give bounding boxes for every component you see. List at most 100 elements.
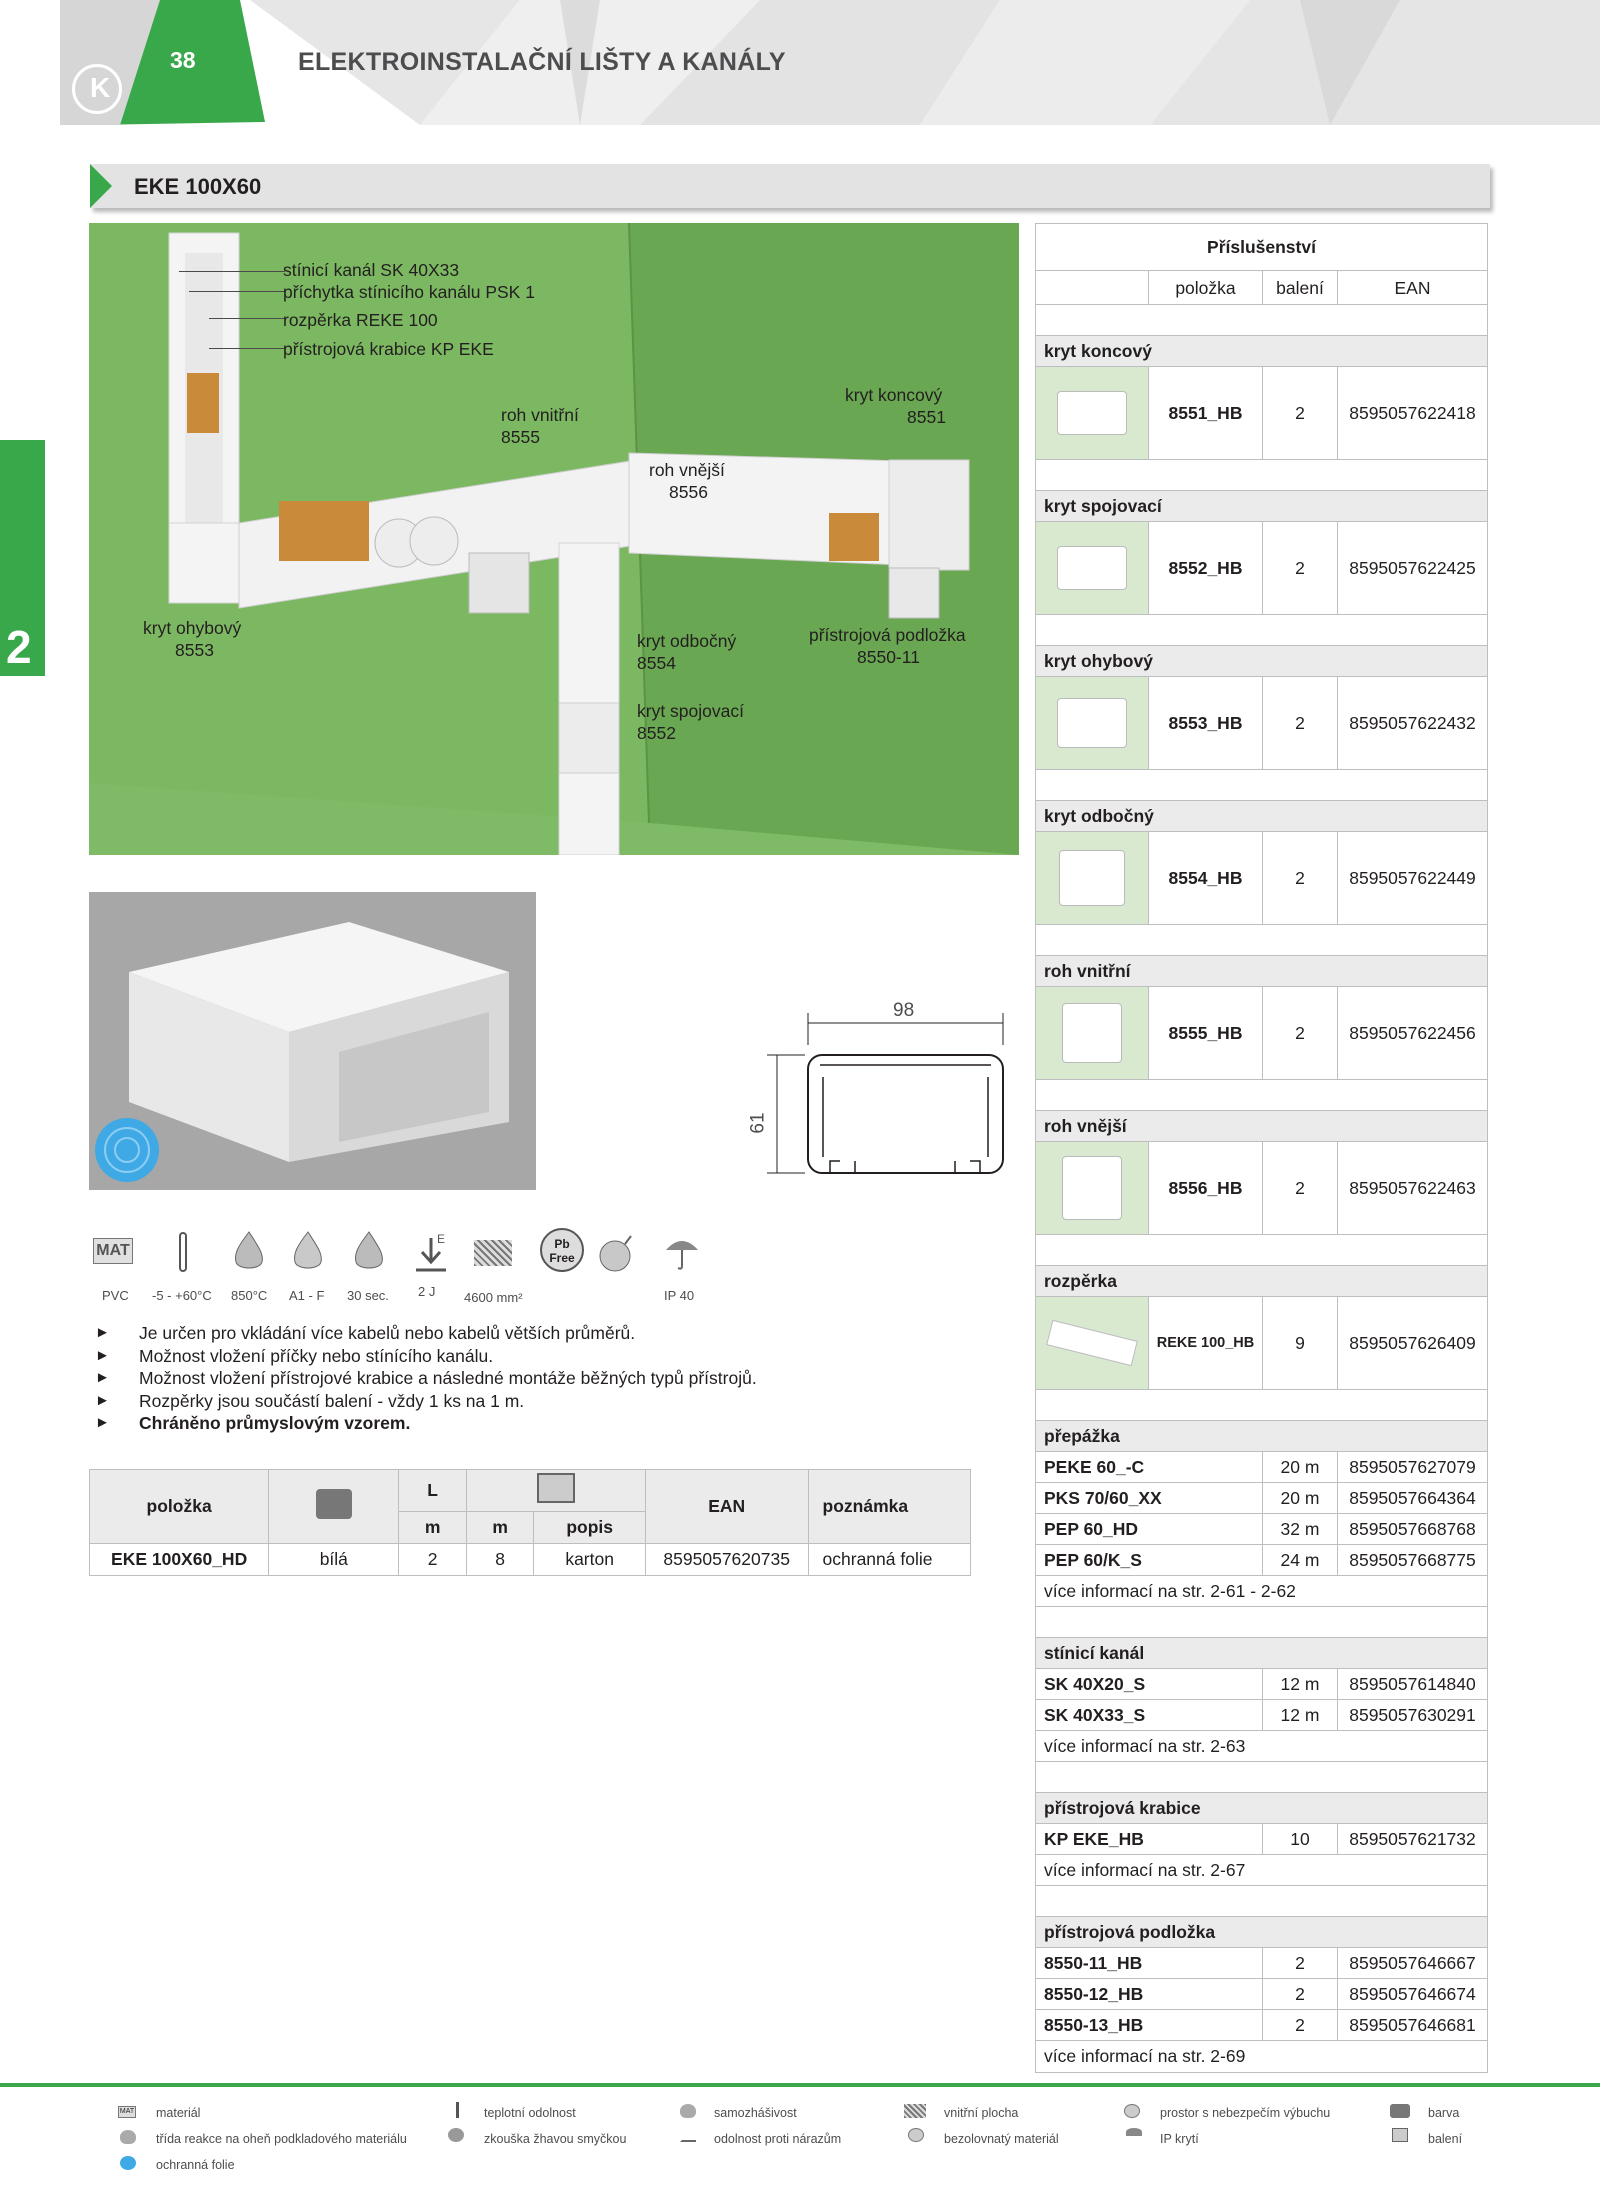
legend-material: materiál <box>156 2106 201 2120</box>
product-table: položka L EAN poznámka m m popis EKE 100… <box>88 1469 972 1576</box>
item-ean: 8595057626409 <box>1337 1297 1487 1389</box>
item-ean: 8595057622418 <box>1337 367 1487 459</box>
col-m1: m <box>398 1511 467 1544</box>
cell-length: 2 <box>398 1543 467 1576</box>
list-item: 8555_HB 2 8595057622456 <box>1036 987 1487 1080</box>
ip-rating-icon <box>666 1241 698 1270</box>
line-code: SK 40X20_S <box>1044 1674 1146 1694</box>
item-qty: 2 <box>1262 1142 1337 1234</box>
chapter-tab: 2 <box>0 440 45 676</box>
col-m2: m <box>465 1511 535 1544</box>
feature-item: Rozpěrky jsou součástí balení - vždy 1 k… <box>95 1390 757 1413</box>
item-ean: 8595057622432 <box>1337 677 1487 769</box>
feature-item: Chráněno průmyslovým vzorem. <box>95 1412 757 1435</box>
lead-free-legend-icon <box>908 2128 924 2142</box>
item-code: 8553_HB <box>1148 677 1262 769</box>
category-shielding-channel: stínicí kanál <box>1036 1638 1487 1669</box>
feature-item: Možnost vložení příčky nebo stínícího ka… <box>95 1345 757 1368</box>
line-code: KP EKE_HB <box>1044 1829 1144 1849</box>
cell-meters: 8 <box>465 1543 535 1576</box>
header-background <box>0 0 1600 125</box>
impact-icon <box>416 1238 446 1272</box>
list-item: REKE 100_HB 9 8595057626409 <box>1036 1297 1487 1390</box>
label-bend-cover: kryt ohybový <box>143 618 242 638</box>
impact-energy-mark: E <box>437 1232 446 1246</box>
item-code: 8551_HB <box>1148 367 1262 459</box>
legend-impact: odolnost proti nárazům <box>714 2132 842 2146</box>
category-bend-cover: kryt ohybový <box>1036 646 1487 677</box>
line-qty: 2 <box>1262 1979 1337 2009</box>
outer-corner-image <box>1036 1142 1148 1234</box>
item-code: 8555_HB <box>1148 987 1262 1079</box>
list-item: PEP 60/K_S 24 m 8595057668775 <box>1036 1545 1487 1576</box>
bend-cover-shape <box>1057 698 1127 748</box>
line-ean: 8595057621732 <box>1337 1824 1487 1854</box>
spacer-row <box>1036 305 1487 336</box>
col-item: položka <box>88 1469 270 1544</box>
list-item: 8550-12_HB 2 8595057646674 <box>1036 1979 1487 2010</box>
line-qty: 32 m <box>1262 1514 1337 1544</box>
spacer-row <box>1036 1235 1487 1266</box>
item-ean: 8595057622456 <box>1337 987 1487 1079</box>
label-joint-cover-code: 8552 <box>637 723 676 743</box>
material-icon: MAT <box>93 1238 133 1264</box>
line-ean: 8595057646681 <box>1337 2010 1487 2040</box>
self-extinguish-icon <box>355 1231 383 1269</box>
label-branch-cover: kryt odbočný <box>637 631 737 651</box>
footer-divider <box>0 2083 1600 2087</box>
material-legend-icon: MAT <box>118 2106 136 2118</box>
legend-ip: IP krytí <box>1160 2132 1199 2146</box>
fire-resistance-icon <box>235 1231 263 1269</box>
legend-temperature: teplotní odolnost <box>484 2106 576 2120</box>
extinguish-time: 30 sec. <box>347 1288 389 1303</box>
ip-rating: IP 40 <box>664 1288 695 1303</box>
temperature-legend-icon <box>456 2102 459 2118</box>
explosion-legend-icon <box>1124 2104 1140 2118</box>
more-info: více informací na str. 2-67 <box>1036 1855 1487 1886</box>
more-info: více informací na str. 2-63 <box>1036 1731 1487 1762</box>
fire-class: A1 - F <box>289 1288 325 1303</box>
col-length: L <box>398 1469 467 1512</box>
chapter-tab-label: 2 <box>6 621 32 673</box>
protective-foil-legend-icon <box>120 2156 136 2170</box>
item-ean: 8595057622463 <box>1337 1142 1487 1234</box>
category-end-cap: kryt koncový <box>1036 336 1487 367</box>
label-spacer: rozpěrka REKE 100 <box>283 310 438 330</box>
col-ean: EAN <box>1337 271 1487 304</box>
line-ean: 8595057668775 <box>1337 1545 1487 1575</box>
spacer-row <box>1036 1762 1487 1793</box>
line-code: SK 40X33_S <box>1044 1705 1146 1725</box>
label-inner-corner: roh vnitřní <box>501 405 579 425</box>
profile-drawing <box>767 1013 1004 1174</box>
joint-cover-image <box>1036 522 1148 614</box>
self-extinguish-legend-icon <box>680 2104 696 2118</box>
label-leader <box>209 318 285 319</box>
line-qty: 12 m <box>1262 1700 1337 1730</box>
fire-class-legend-icon <box>120 2130 136 2144</box>
line-code: 8550-11_HB <box>1044 1953 1143 1973</box>
line-code: 8550-13_HB <box>1044 2015 1144 2035</box>
legend-color: barva <box>1428 2106 1460 2120</box>
item-ean: 8595057622449 <box>1337 832 1487 924</box>
cell-color: bílá <box>268 1543 400 1576</box>
more-info: více informací na str. 2-61 - 2-62 <box>1036 1576 1487 1607</box>
branch-cover-shape <box>1059 850 1125 906</box>
feature-item: Je určen pro vkládání více kabelů nebo k… <box>95 1322 757 1345</box>
flame-class-icon <box>294 1231 322 1269</box>
col-pack: balení <box>1262 271 1337 304</box>
category-inner-corner: roh vnitřní <box>1036 956 1487 987</box>
spacer-row <box>1036 1080 1487 1111</box>
accessories-header: položka balení EAN <box>1036 271 1487 305</box>
col-popis: popis <box>533 1511 646 1544</box>
legend-self-extinguish: samozhášivost <box>714 2106 797 2120</box>
label-outer-corner-code: 8556 <box>669 482 708 502</box>
cell-note: ochranná folie <box>807 1543 972 1576</box>
cell-ean: 8595057620735 <box>644 1543 809 1576</box>
label-device-box: přístrojová krabice KP EKE <box>283 339 494 359</box>
spacer-row <box>1036 460 1487 491</box>
color-legend-icon <box>1390 2104 1410 2118</box>
material-value: PVC <box>102 1288 129 1303</box>
list-item: 8551_HB 2 8595057622418 <box>1036 367 1487 460</box>
product-illustration <box>89 892 536 1190</box>
line-ean: 8595057646674 <box>1337 1979 1487 2009</box>
